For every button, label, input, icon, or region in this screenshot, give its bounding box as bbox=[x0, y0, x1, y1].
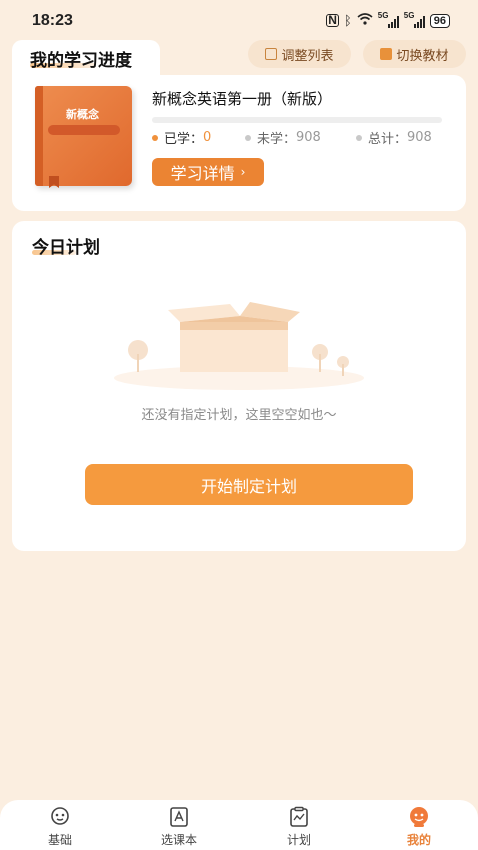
learned-value: 0 bbox=[203, 130, 212, 145]
study-details-button[interactable]: 学习详情 › bbox=[152, 158, 264, 186]
status-bar: 18:23 N ᛒ 5G 5G 96 bbox=[0, 0, 478, 44]
tab-profile-label: 我的 bbox=[406, 833, 431, 847]
profile-icon bbox=[410, 807, 428, 827]
unlearned-label: 未学： bbox=[257, 132, 297, 147]
adjust-list-button[interactable]: 调整列表 bbox=[248, 40, 351, 68]
plan-icon bbox=[290, 806, 308, 827]
total-value: 908 bbox=[407, 130, 432, 145]
tab-basics[interactable]: 基础 bbox=[20, 806, 100, 848]
stat-unlearned: 未学： 908 bbox=[245, 128, 321, 147]
edit-list-icon bbox=[265, 48, 278, 60]
book-cover[interactable] bbox=[35, 86, 132, 186]
tab-textbook[interactable]: 选课本 bbox=[139, 806, 219, 848]
tab-plan-label: 计划 bbox=[286, 833, 311, 847]
stat-learned: 已学： 0 bbox=[152, 128, 211, 147]
progress-section-title: 我的学习进度 bbox=[30, 51, 132, 71]
switch-textbook-button[interactable]: 切换教材 bbox=[363, 40, 466, 68]
textbook-icon bbox=[170, 807, 188, 827]
unlearned-value: 908 bbox=[296, 130, 321, 145]
total-label: 总计： bbox=[368, 132, 408, 147]
adjust-list-label: 调整列表 bbox=[281, 48, 334, 64]
tab-profile[interactable]: 我的 bbox=[379, 806, 459, 848]
learned-label: 已学： bbox=[164, 132, 204, 147]
battery-icon: 96 bbox=[429, 13, 450, 28]
stat-total: 总计： 908 bbox=[356, 128, 432, 147]
status-icons: N ᛒ 5G 5G 96 bbox=[326, 10, 450, 28]
nfc-icon: N bbox=[326, 13, 339, 27]
network-type-1: 5G bbox=[377, 10, 389, 20]
study-details-label: 学习详情 bbox=[170, 164, 235, 183]
chevron-right-icon: › bbox=[240, 165, 246, 179]
switch-textbook-label: 切换教材 bbox=[396, 48, 449, 64]
bluetooth-icon: ᛒ bbox=[343, 13, 352, 28]
book-spine bbox=[35, 86, 43, 186]
unlearned-dot bbox=[245, 134, 251, 141]
tab-textbook-label: 选课本 bbox=[160, 833, 197, 847]
start-plan-button[interactable]: 开始制定计划 bbox=[85, 464, 413, 505]
network-type-2: 5G bbox=[403, 10, 415, 20]
status-time: 18:23 bbox=[32, 12, 73, 29]
book-cover-band bbox=[48, 125, 120, 135]
book-cover-title: 新概念 bbox=[66, 108, 99, 121]
empty-box-icon bbox=[110, 290, 368, 390]
wifi-icon bbox=[357, 13, 373, 28]
today-plan-title: 今日计划 bbox=[32, 238, 100, 258]
empty-plan-text: 还没有指定计划，这里空空如也～ bbox=[141, 408, 337, 423]
progress-bar bbox=[152, 117, 442, 123]
course-name: 新概念英语第一册（新版） bbox=[152, 90, 333, 108]
book-icon bbox=[380, 48, 393, 60]
tab-basics-label: 基础 bbox=[47, 833, 72, 847]
signal-icon-1: 5G bbox=[377, 10, 399, 28]
signal-icon-2: 5G bbox=[403, 10, 425, 28]
total-dot bbox=[356, 134, 362, 141]
basics-icon bbox=[51, 807, 69, 825]
learned-dot bbox=[152, 134, 158, 141]
tab-plan[interactable]: 计划 bbox=[259, 806, 339, 848]
